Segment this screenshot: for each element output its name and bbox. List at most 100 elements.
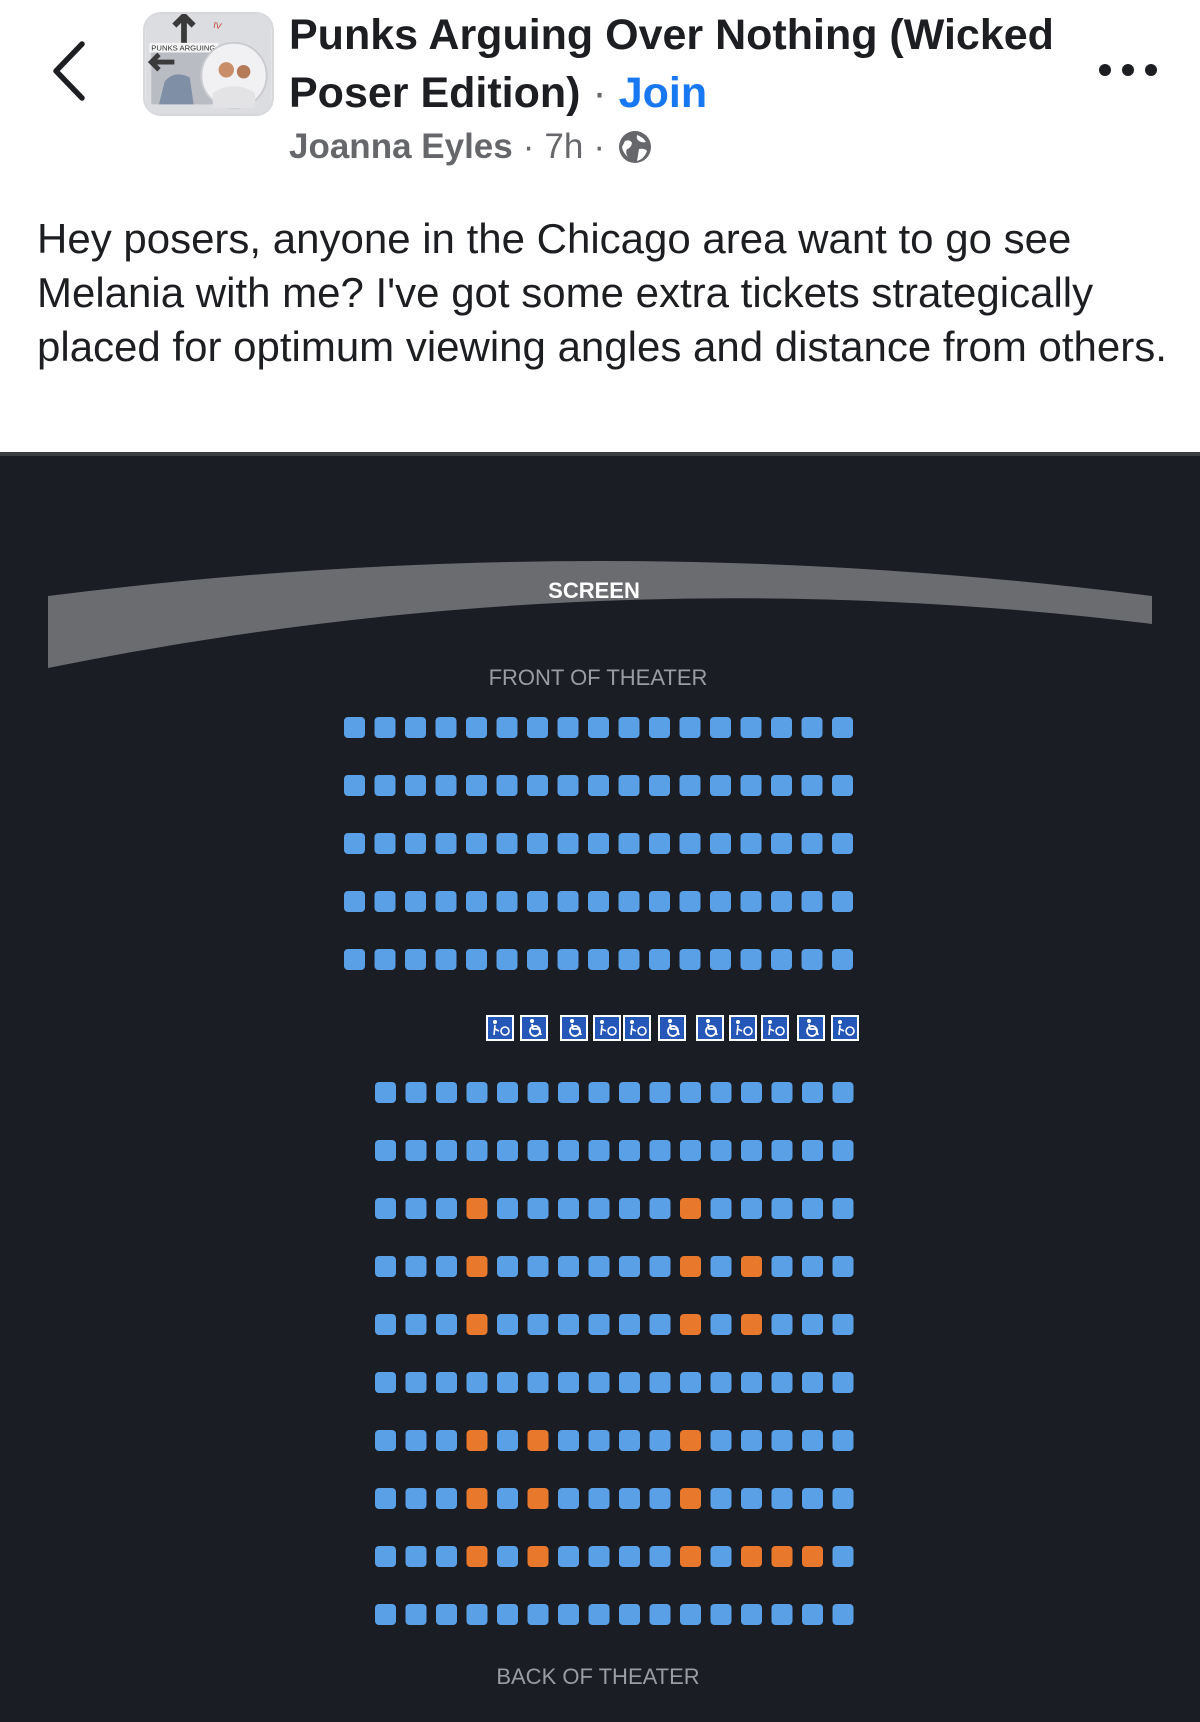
seat-front-r2-s3[interactable] [405,775,426,796]
seat-front-r5-s4[interactable] [435,949,457,970]
seat-back-r2-s2[interactable] [405,1140,427,1161]
seat-back-r3-s6[interactable] [527,1198,549,1219]
selected-seat-back-r7-s11[interactable] [680,1430,701,1451]
wheelchair-icon[interactable] [696,1015,724,1041]
companion-seat-icon[interactable] [761,1015,789,1041]
seat-back-r2-s6[interactable] [527,1140,549,1161]
selected-seat-back-r9-s13[interactable] [741,1546,762,1567]
seat-front-r3-s7[interactable] [527,833,548,854]
seat-front-r2-s4[interactable] [435,775,457,796]
seat-front-r4-s17[interactable] [832,891,853,912]
selected-seat-back-r8-s6[interactable] [527,1488,549,1509]
seat-back-r3-s15[interactable] [802,1198,823,1219]
seat-back-r1-s11[interactable] [680,1082,701,1103]
seat-back-r5-s5[interactable] [497,1314,518,1335]
seat-front-r3-s2[interactable] [374,833,396,854]
companion-seat-icon[interactable] [486,1015,514,1041]
seat-back-r5-s9[interactable] [619,1314,640,1335]
seat-back-r3-s14[interactable] [771,1198,793,1219]
seat-front-r1-s9[interactable] [588,717,609,738]
seat-front-r4-s8[interactable] [557,891,579,912]
seat-front-r5-s3[interactable] [405,949,426,970]
seat-back-r3-s8[interactable] [588,1198,610,1219]
seat-front-r2-s12[interactable] [679,775,701,796]
seat-back-r9-s1[interactable] [375,1546,396,1567]
seat-back-r7-s7[interactable] [558,1430,579,1451]
seat-back-r3-s5[interactable] [497,1198,518,1219]
seat-back-r10-s12[interactable] [710,1604,732,1625]
seat-back-r4-s12[interactable] [710,1256,732,1277]
author-name[interactable]: Joanna Eyles [289,127,513,167]
seat-back-r10-s7[interactable] [558,1604,579,1625]
selected-seat-back-r7-s6[interactable] [527,1430,549,1451]
seat-back-r9-s3[interactable] [436,1546,457,1567]
companion-seat-icon[interactable] [593,1015,621,1041]
seat-front-r3-s10[interactable] [618,833,640,854]
seat-back-r10-s13[interactable] [741,1604,762,1625]
wheelchair-icon[interactable] [658,1015,686,1041]
seat-back-r2-s11[interactable] [680,1140,701,1161]
seat-front-r5-s2[interactable] [374,949,396,970]
seat-front-r5-s7[interactable] [527,949,548,970]
seat-front-r1-s1[interactable] [344,717,365,738]
seat-back-r9-s7[interactable] [558,1546,579,1567]
seat-front-r3-s12[interactable] [679,833,701,854]
seat-front-r4-s10[interactable] [618,891,640,912]
seat-back-r2-s5[interactable] [497,1140,518,1161]
seat-front-r4-s14[interactable] [740,891,762,912]
selected-seat-back-r9-s4[interactable] [466,1546,488,1567]
seat-back-r7-s8[interactable] [588,1430,610,1451]
seat-back-r4-s6[interactable] [527,1256,549,1277]
seat-front-r2-s13[interactable] [710,775,731,796]
seat-front-r2-s14[interactable] [740,775,762,796]
seat-back-r6-s12[interactable] [710,1372,732,1393]
seat-front-r3-s1[interactable] [344,833,365,854]
seat-front-r3-s13[interactable] [710,833,731,854]
seat-front-r1-s17[interactable] [832,717,853,738]
seat-back-r8-s1[interactable] [375,1488,396,1509]
seat-front-r5-s15[interactable] [771,949,792,970]
seat-back-r9-s2[interactable] [405,1546,427,1567]
seat-back-r3-s16[interactable] [832,1198,854,1219]
seat-front-r5-s17[interactable] [832,949,853,970]
seat-front-r1-s12[interactable] [679,717,701,738]
seat-back-r5-s2[interactable] [405,1314,427,1335]
seat-back-r5-s7[interactable] [558,1314,579,1335]
seat-back-r4-s14[interactable] [771,1256,793,1277]
seat-front-r2-s8[interactable] [557,775,579,796]
seat-front-r1-s2[interactable] [374,717,396,738]
seat-back-r4-s15[interactable] [802,1256,823,1277]
seat-back-r10-s3[interactable] [436,1604,457,1625]
seat-back-r7-s9[interactable] [619,1430,640,1451]
seat-back-r2-s3[interactable] [436,1140,457,1161]
seat-back-r3-s1[interactable] [375,1198,396,1219]
seat-back-r3-s10[interactable] [649,1198,671,1219]
selected-seat-back-r3-s4[interactable] [466,1198,488,1219]
seat-front-r3-s14[interactable] [740,833,762,854]
seat-back-r8-s8[interactable] [588,1488,610,1509]
seat-front-r5-s8[interactable] [557,949,579,970]
seat-front-r3-s15[interactable] [771,833,792,854]
selected-seat-back-r5-s13[interactable] [741,1314,762,1335]
seat-back-r3-s13[interactable] [741,1198,762,1219]
seat-back-r8-s3[interactable] [436,1488,457,1509]
seat-front-r2-s10[interactable] [618,775,640,796]
seat-front-r1-s11[interactable] [649,717,670,738]
seat-back-r1-s12[interactable] [710,1082,732,1103]
seat-front-r1-s15[interactable] [771,717,792,738]
seat-front-r2-s2[interactable] [374,775,396,796]
seat-front-r4-s9[interactable] [588,891,609,912]
seat-front-r4-s5[interactable] [466,891,487,912]
selected-seat-back-r3-s11[interactable] [680,1198,701,1219]
selected-seat-back-r7-s4[interactable] [466,1430,488,1451]
seat-back-r7-s12[interactable] [710,1430,732,1451]
selected-seat-back-r5-s4[interactable] [466,1314,488,1335]
seat-front-r1-s16[interactable] [801,717,823,738]
seat-front-r1-s8[interactable] [557,717,579,738]
seat-back-r10-s15[interactable] [802,1604,823,1625]
seat-back-r2-s15[interactable] [802,1140,823,1161]
seat-back-r4-s10[interactable] [649,1256,671,1277]
seat-front-r4-s3[interactable] [405,891,426,912]
selected-seat-back-r4-s11[interactable] [680,1256,701,1277]
selected-seat-back-r9-s15[interactable] [802,1546,823,1567]
